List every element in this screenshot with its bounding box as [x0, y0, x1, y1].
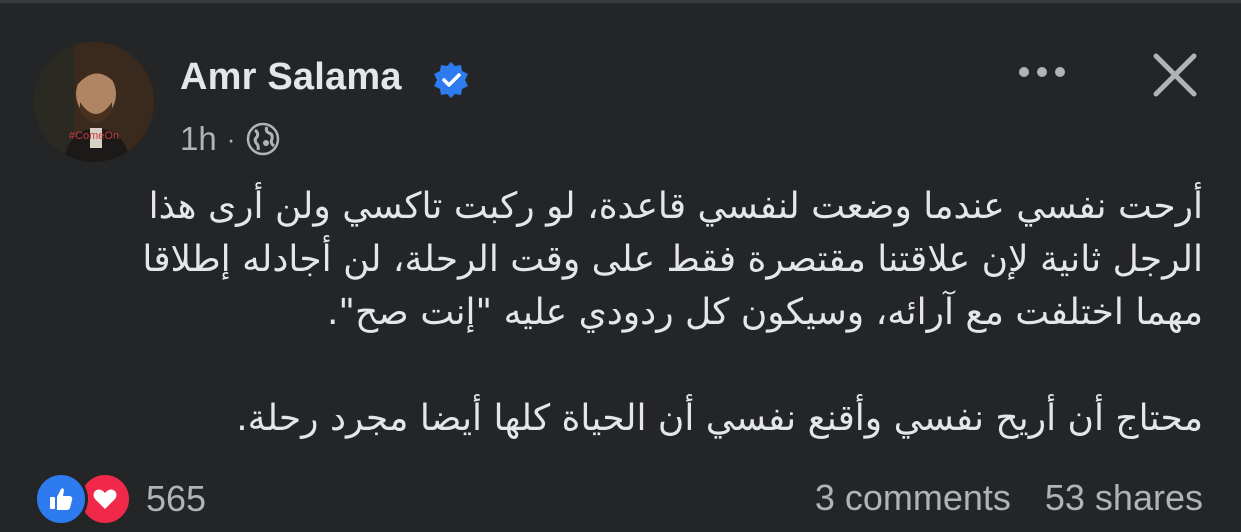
post-time[interactable]: 1h [180, 120, 217, 158]
more-options-icon[interactable] [1012, 52, 1072, 92]
avatar-caption: #ComeOn [68, 130, 120, 142]
post-line: الرجل ثانية لإن علاقتنا مقتصرة فقط على و… [142, 239, 1203, 280]
author-name[interactable]: Amr Salama [180, 56, 402, 99]
thumbs-up-icon [50, 488, 73, 510]
reaction-count: 565 [146, 478, 207, 519]
post-meta: 1h · [180, 120, 281, 158]
like-reaction-icon [34, 472, 88, 526]
verified-badge-icon [434, 62, 468, 98]
avatar[interactable]: #ComeOn [34, 42, 154, 162]
post-paragraph: أرحت نفسي عندما وضعت لنفسي قاعدة، لو ركب… [43, 180, 1203, 339]
post-paragraph: محتاج أن أريح نفسي وأقنع نفسي أن الحياة … [43, 392, 1203, 445]
close-icon[interactable] [1148, 48, 1202, 102]
post-line: مهما اختلفت مع آرائه، وسيكون كل ردودي عل… [326, 292, 1203, 333]
post-line: محتاج أن أريح نفسي وأقنع نفسي أن الحياة … [236, 398, 1203, 439]
globe-icon[interactable] [245, 121, 281, 157]
comments-count-link[interactable]: 3 comments [815, 477, 1011, 519]
heart-icon [93, 489, 117, 509]
divider [0, 0, 1241, 3]
meta-separator: · [226, 123, 236, 154]
reactions-summary[interactable]: 565 [34, 472, 206, 526]
shares-count-link[interactable]: 53 shares [1045, 477, 1203, 519]
post-stats: 3 comments 53 shares [815, 477, 1203, 519]
avatar-image [34, 42, 154, 162]
post-body: أرحت نفسي عندما وضعت لنفسي قاعدة، لو ركب… [43, 180, 1203, 445]
post-card: #ComeOn Amr Salama 1h · أرحت نفسي عندما … [0, 0, 1241, 532]
post-line: أرحت نفسي عندما وضعت لنفسي قاعدة، لو ركب… [148, 186, 1203, 227]
